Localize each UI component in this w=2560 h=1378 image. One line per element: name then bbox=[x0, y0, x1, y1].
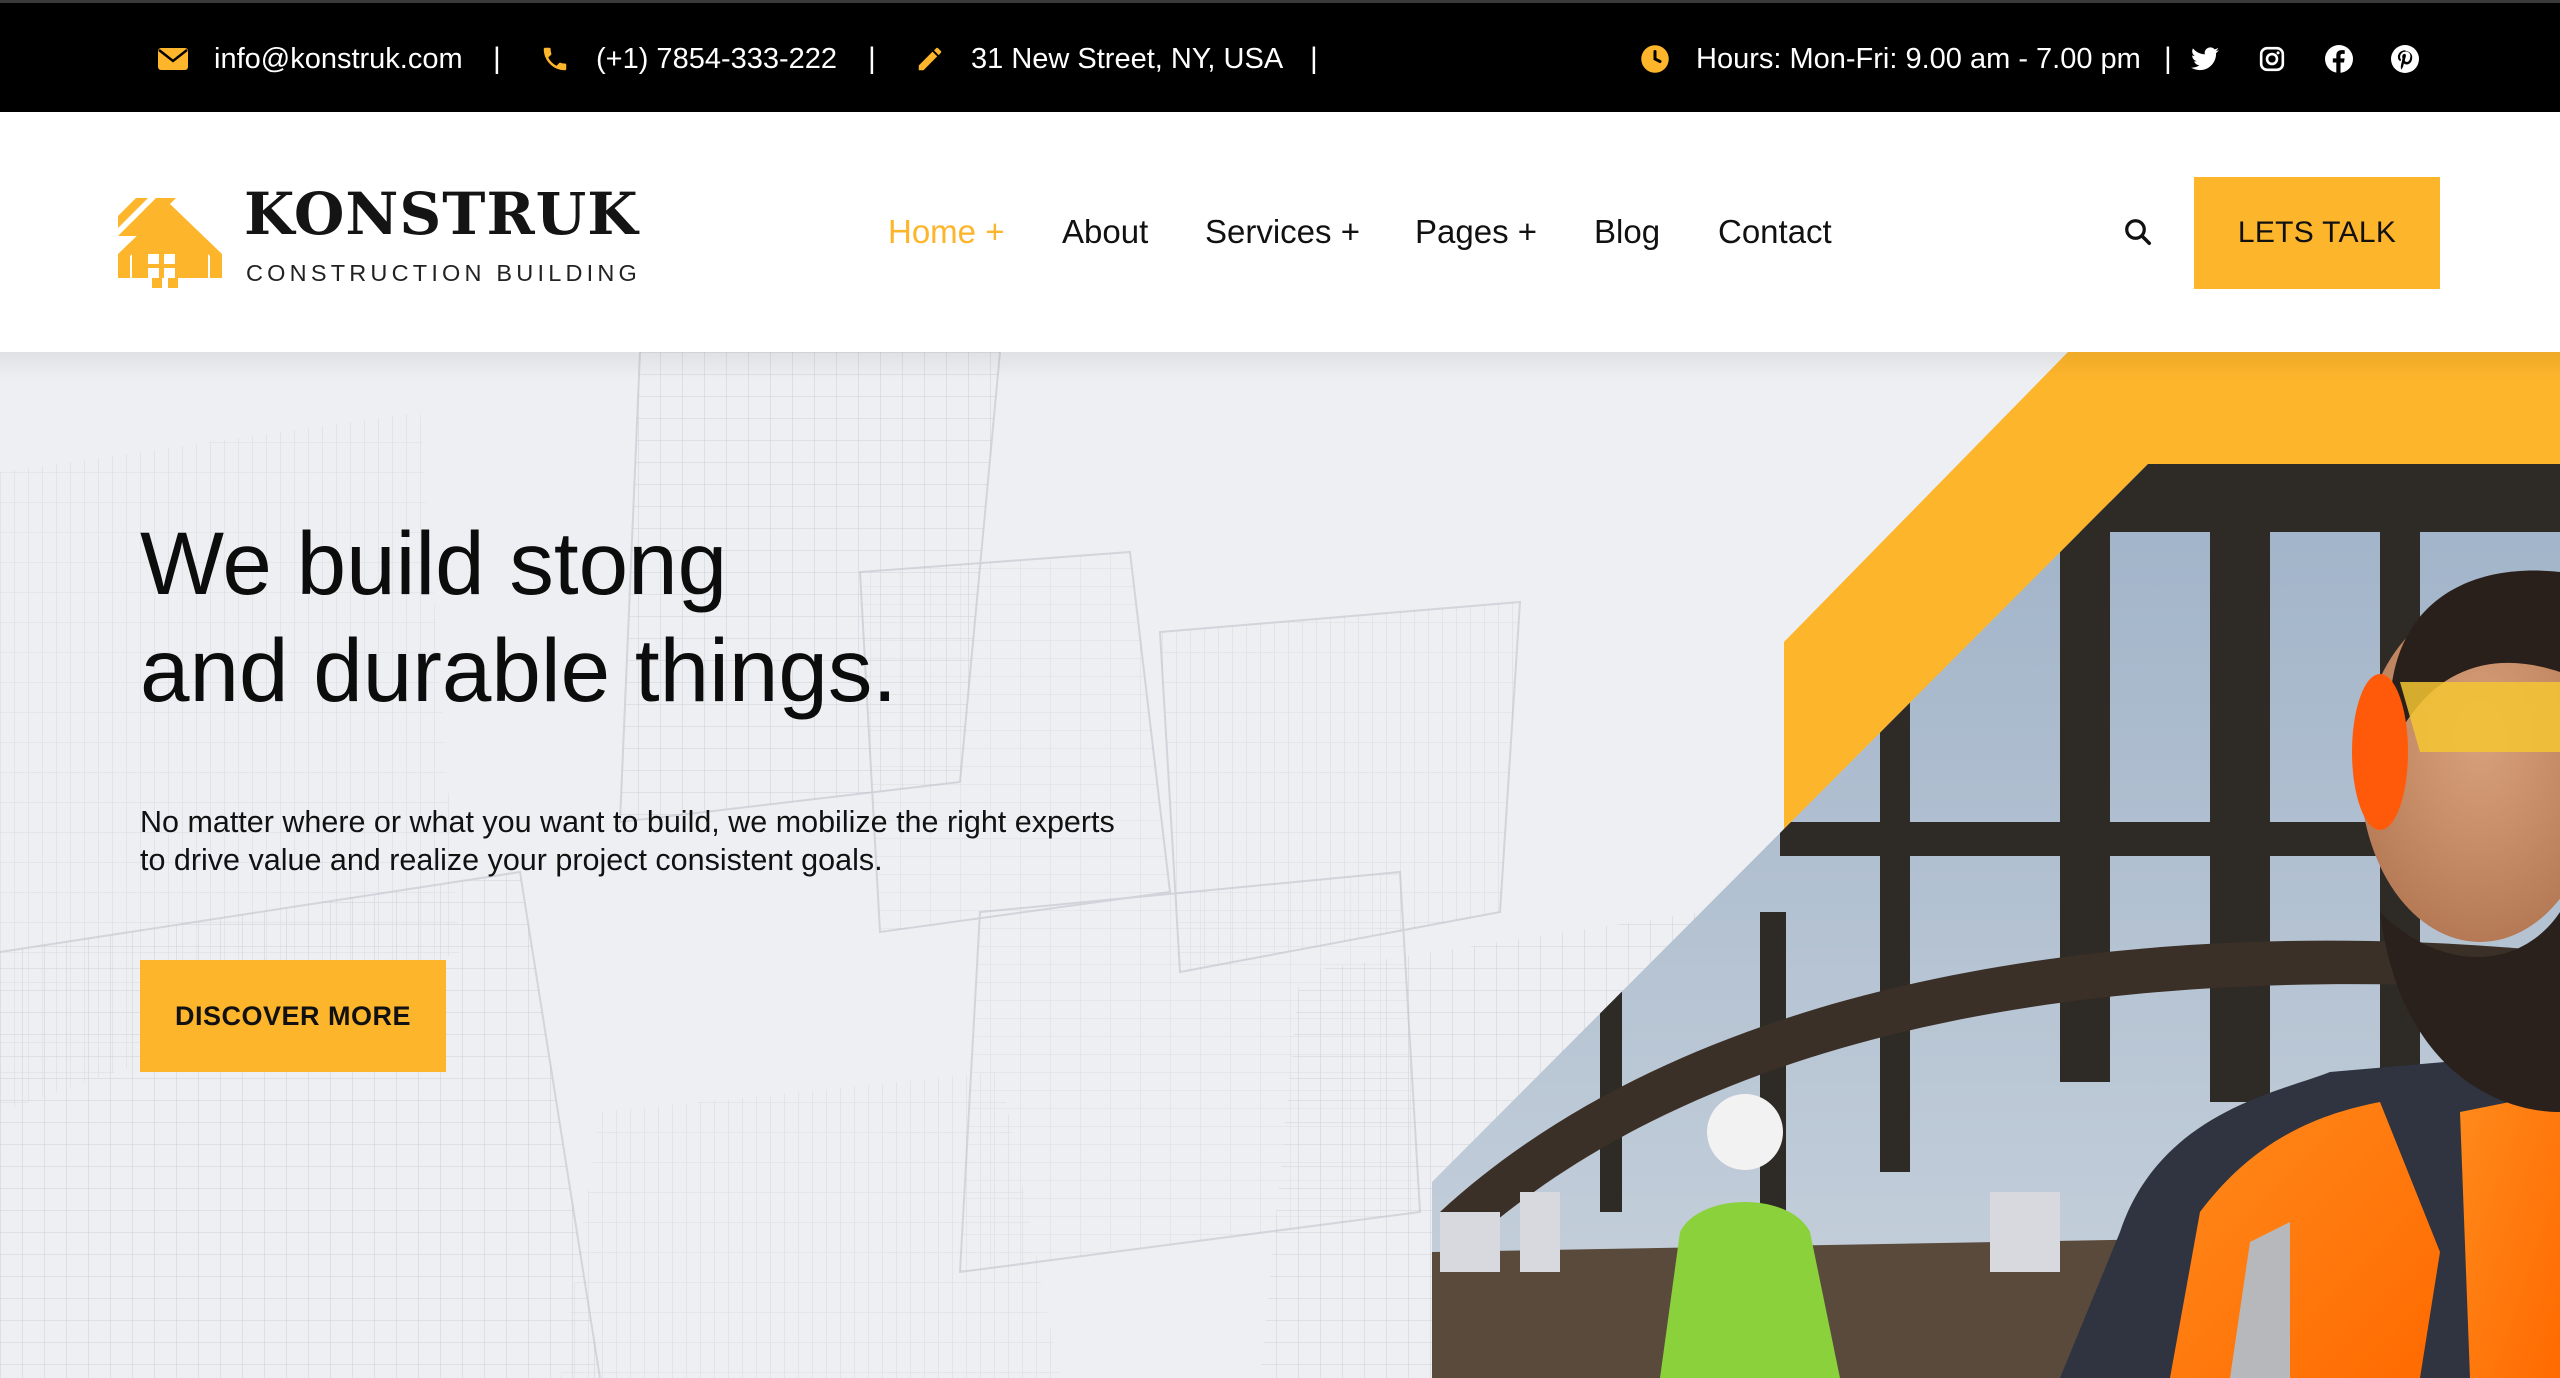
nav-home[interactable]: Home + bbox=[888, 112, 1004, 352]
address-link[interactable]: 31 New Street, NY, USA bbox=[915, 3, 1283, 115]
hero-section: We build stong and durable things. No ma… bbox=[0, 352, 2560, 1378]
hero-heading-line: and durable things. bbox=[140, 620, 898, 720]
address-text: 31 New Street, NY, USA bbox=[971, 42, 1284, 75]
logo-name: KONSTRUK bbox=[244, 180, 639, 248]
site-header: KONSTRUK CONSTRUCTION BUILDING Home + Ab… bbox=[0, 112, 2560, 352]
nav-services[interactable]: Services + bbox=[1205, 112, 1360, 352]
separator: | bbox=[868, 42, 876, 75]
hero-description: No matter where or what you want to buil… bbox=[140, 803, 1260, 879]
house-logo-icon bbox=[118, 198, 222, 290]
lets-talk-button[interactable]: LETS TALK bbox=[2194, 177, 2440, 289]
discover-more-button[interactable]: DISCOVER MORE bbox=[140, 960, 446, 1072]
search-icon bbox=[2125, 219, 2151, 245]
email-link[interactable]: info@konstruk.com bbox=[158, 3, 463, 115]
phone-text: (+1) 7854-333-222 bbox=[596, 42, 838, 75]
hours-info: Hours: Mon-Fri: 9.00 am - 7.00 pm bbox=[1640, 3, 2141, 115]
hero-heading: We build stong and durable things. bbox=[140, 510, 1240, 724]
search-button[interactable] bbox=[2116, 210, 2160, 254]
separator: | bbox=[493, 42, 501, 75]
top-info-bar: info@konstruk.com | (+1) 7854-333-222 | … bbox=[0, 0, 2560, 112]
pencil-icon bbox=[918, 47, 942, 71]
logo-tagline: CONSTRUCTION BUILDING bbox=[246, 260, 642, 286]
header-shadow bbox=[0, 352, 2560, 380]
instagram-link[interactable] bbox=[2252, 3, 2292, 115]
nav-contact[interactable]: Contact bbox=[1718, 112, 1832, 352]
site-logo[interactable]: KONSTRUK CONSTRUCTION BUILDING bbox=[118, 182, 638, 290]
nav-about[interactable]: About bbox=[1062, 112, 1148, 352]
hero-heading-line: We build stong bbox=[140, 513, 728, 613]
separator: | bbox=[2164, 42, 2172, 75]
phone-icon bbox=[543, 47, 567, 71]
hero-description-line: No matter where or what you want to buil… bbox=[140, 805, 1115, 839]
hero-description-line: to drive value and realize your project … bbox=[140, 843, 883, 877]
twitter-icon bbox=[2191, 47, 2219, 71]
twitter-link[interactable] bbox=[2185, 3, 2225, 115]
phone-link[interactable]: (+1) 7854-333-222 bbox=[540, 3, 837, 115]
facebook-link[interactable] bbox=[2319, 3, 2359, 115]
nav-pages[interactable]: Pages + bbox=[1415, 112, 1537, 352]
separator: | bbox=[1310, 42, 1318, 75]
instagram-icon bbox=[2259, 46, 2285, 72]
nav-blog[interactable]: Blog bbox=[1594, 112, 1660, 352]
facebook-icon bbox=[2325, 45, 2353, 73]
hours-text: Hours: Mon-Fri: 9.00 am - 7.00 pm bbox=[1696, 42, 2141, 75]
clock-icon bbox=[1641, 45, 1669, 73]
envelope-icon bbox=[158, 48, 188, 70]
pinterest-icon bbox=[2391, 45, 2419, 73]
pinterest-link[interactable] bbox=[2385, 3, 2425, 115]
email-text: info@konstruk.com bbox=[214, 42, 463, 75]
